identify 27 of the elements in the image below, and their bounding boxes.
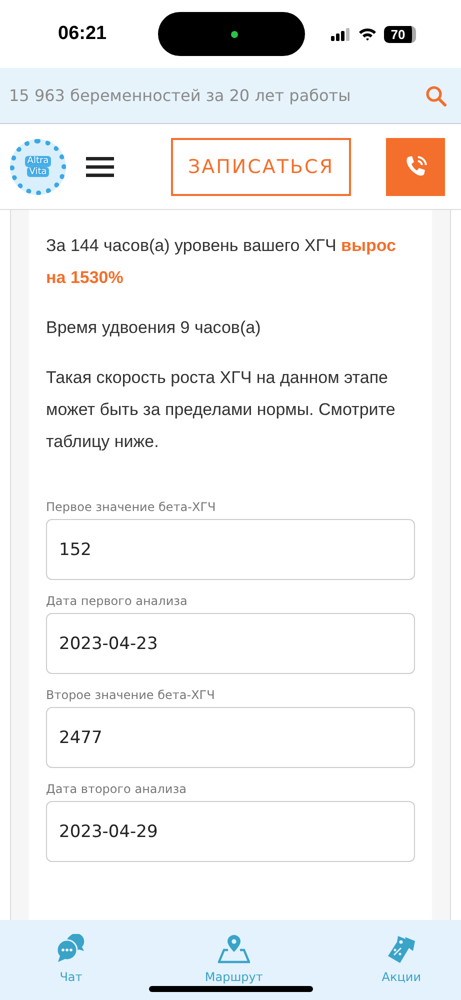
battery-icon: 70 [384,26,416,42]
input-field[interactable]: 2023-04-23 [46,613,415,674]
chat-bubbles-icon [56,934,86,964]
signup-button[interactable]: ЗАПИСАТЬСЯ [171,138,351,196]
search-icon[interactable] [425,84,447,106]
wifi-icon [358,27,377,41]
promo-text: 15 963 беременностей за 20 лет работы [9,86,351,105]
nav-tab[interactable]: Маршрут [204,934,263,1000]
input-field[interactable]: 2477 [46,707,415,768]
field-label: Первое значение бета-ХГЧ [46,500,217,514]
call-button[interactable] [386,138,445,196]
logo[interactable]: Altra Vita [10,138,66,194]
nav-tab[interactable]: Акции [382,934,421,1000]
signal-icon [331,28,351,40]
price-tags-icon [385,934,418,964]
field-label: Дата первого анализа [46,594,188,608]
result-text: Такая скорость роста ХГЧ на данном этапе может быть за пределами нормы. Смотрите таблицу ниже. [46,367,396,453]
menu-icon[interactable] [86,156,114,178]
nav-tab[interactable]: Чат [56,934,86,1000]
field-label: Дата второго анализа [46,782,188,796]
result-text: За 144 часов(а) уровень вашего ХГЧ вырос на 1530% [46,235,397,289]
status-time: 06:21 [58,23,108,45]
result-text: Время удвоения 9 часов(а) [46,317,262,339]
input-field[interactable]: 2023-04-29 [46,801,415,862]
field-label: Второе значение бета-ХГЧ [46,688,216,702]
map-pin-icon [218,934,250,964]
input-field[interactable]: 152 [46,519,415,580]
